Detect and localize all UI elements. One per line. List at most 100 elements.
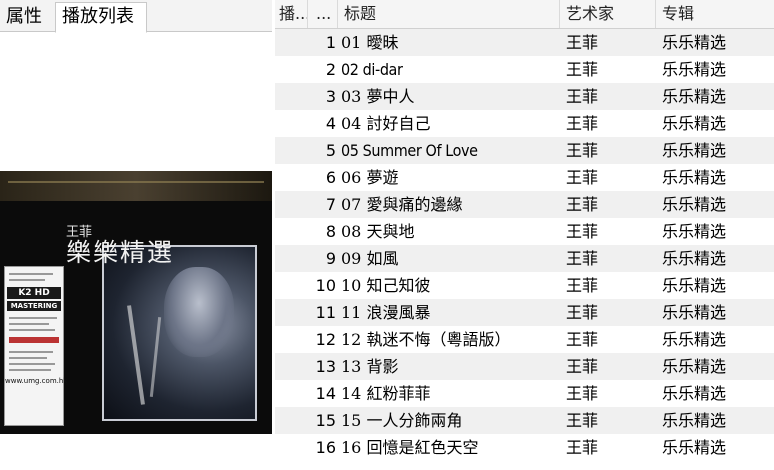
track-number-cell: 14 [315, 384, 336, 403]
table-row[interactable]: 16 16 回憶是紅色天空 王菲 乐乐精选 [275, 434, 774, 461]
mastering-label: MASTERING [7, 301, 61, 311]
artist-cell: 王菲 [566, 87, 599, 106]
title-cell: 07 愛與痛的邊緣 [341, 195, 463, 214]
cover-sticker: K2 HD MASTERING www.umg.com.hk [4, 266, 68, 426]
cover-photo [102, 245, 257, 421]
title-cell: 13 背影 [341, 357, 399, 376]
table-row[interactable]: 9 09 如風 王菲 乐乐精选 [275, 245, 774, 272]
track-number-cell: 5 [325, 141, 336, 160]
table-row[interactable]: 8 08 天與地 王菲 乐乐精选 [275, 218, 774, 245]
title-cell: 09 如風 [341, 249, 399, 268]
table-row[interactable]: 4 04 討好自己 王菲 乐乐精选 [275, 110, 774, 137]
tab-playlist[interactable]: 播放列表 [55, 2, 147, 33]
table-row[interactable]: 7 07 愛與痛的邊緣 王菲 乐乐精选 [275, 191, 774, 218]
track-number-cell: 10 [315, 276, 336, 295]
artist-cell: 王菲 [566, 303, 599, 322]
track-number-cell: 4 [325, 114, 336, 133]
column-header-index[interactable]: ... [308, 0, 338, 28]
cover-top-band [0, 171, 272, 201]
album-cell: 乐乐精选 [662, 33, 727, 52]
track-number-cell: 12 [315, 330, 336, 349]
track-number-cell: 3 [325, 87, 336, 106]
artist-cell: 王菲 [566, 357, 599, 376]
table-header: 播... ... 标题 艺术家 专辑 [275, 0, 774, 29]
title-cell: 04 討好自己 [341, 114, 431, 133]
artist-cell: 王菲 [566, 195, 599, 214]
track-number-cell: 16 [315, 438, 336, 457]
table-row[interactable]: 15 15 一人分飾兩角 王菲 乐乐精选 [275, 407, 774, 434]
title-cell: 12 執迷不悔（粵語版） [341, 330, 511, 349]
artist-cell: 王菲 [566, 411, 599, 430]
table-row[interactable]: 13 13 背影 王菲 乐乐精选 [275, 353, 774, 380]
title-cell: 01 曖昧 [341, 33, 399, 52]
artist-cell: 王菲 [566, 276, 599, 295]
title-cell: 02 di-dar [341, 60, 403, 79]
album-cell: 乐乐精选 [662, 249, 727, 268]
album-cell: 乐乐精选 [662, 222, 727, 241]
track-number-cell: 15 [315, 411, 336, 430]
album-cell: 乐乐精选 [662, 141, 727, 160]
table-row[interactable]: 5 05 Summer Of Love 王菲 乐乐精选 [275, 137, 774, 164]
album-cell: 乐乐精选 [662, 276, 727, 295]
artist-cell: 王菲 [566, 114, 599, 133]
k2hd-label: K2 HD [7, 287, 61, 299]
column-header-title[interactable]: 标题 [338, 0, 560, 28]
album-cell: 乐乐精选 [662, 168, 727, 187]
cover-url-text: www.umg.com.hk [5, 377, 68, 385]
title-cell: 08 天與地 [341, 222, 415, 241]
album-cell: 乐乐精选 [662, 357, 727, 376]
track-number-cell: 6 [325, 168, 336, 187]
artist-cell: 王菲 [566, 330, 599, 349]
cover-title-text: 樂樂精選 [66, 238, 175, 267]
album-cell: 乐乐精选 [662, 303, 727, 322]
table-row[interactable]: 2 02 di-dar 王菲 乐乐精选 [275, 56, 774, 83]
artist-cell: 王菲 [566, 60, 599, 79]
artist-cell: 王菲 [566, 384, 599, 403]
track-number-cell: 1 [325, 33, 336, 52]
track-number-cell: 7 [325, 195, 336, 214]
album-cell: 乐乐精选 [662, 438, 727, 457]
title-cell: 10 知己知彼 [341, 276, 431, 295]
album-cell: 乐乐精选 [662, 114, 727, 133]
album-cell: 乐乐精选 [662, 411, 727, 430]
table-row[interactable]: 10 10 知己知彼 王菲 乐乐精选 [275, 272, 774, 299]
album-cell: 乐乐精选 [662, 87, 727, 106]
title-cell: 05 Summer Of Love [341, 141, 478, 160]
table-row[interactable]: 12 12 執迷不悔（粵語版） 王菲 乐乐精选 [275, 326, 774, 353]
title-cell: 16 回憶是紅色天空 [341, 438, 479, 457]
column-header-album[interactable]: 专辑 [656, 0, 774, 28]
track-number-cell: 11 [315, 303, 336, 322]
sticker-red-band [9, 337, 59, 343]
track-number-cell: 13 [315, 357, 336, 376]
column-header-artist[interactable]: 艺术家 [560, 0, 656, 28]
artist-cell: 王菲 [566, 222, 599, 241]
table-row[interactable]: 14 14 紅粉菲菲 王菲 乐乐精选 [275, 380, 774, 407]
artist-cell: 王菲 [566, 249, 599, 268]
title-cell: 14 紅粉菲菲 [341, 384, 431, 403]
table-row[interactable]: 3 03 夢中人 王菲 乐乐精选 [275, 83, 774, 110]
table-row[interactable]: 6 06 夢遊 王菲 乐乐精选 [275, 164, 774, 191]
left-panel: 属性 播放列表 王菲 樂樂精選 K2 HD MASTERING www.umg.… [0, 0, 272, 470]
playlist-table: 播... ... 标题 艺术家 专辑 1 01 曖昧 王菲 乐乐精选 2 02 di-da… [275, 0, 774, 470]
track-number-cell: 2 [325, 60, 336, 79]
title-cell: 11 浪漫風暴 [341, 303, 431, 322]
column-header-track-number[interactable]: 播... [275, 0, 308, 28]
album-cell: 乐乐精选 [662, 60, 727, 79]
album-cover-image: 王菲 樂樂精選 K2 HD MASTERING www.umg.com.hk [0, 171, 272, 434]
title-cell: 06 夢遊 [341, 168, 399, 187]
title-cell: 03 夢中人 [341, 87, 415, 106]
table-row[interactable]: 11 11 浪漫風暴 王菲 乐乐精选 [275, 299, 774, 326]
artist-cell: 王菲 [566, 141, 599, 160]
track-number-cell: 8 [325, 222, 336, 241]
album-cell: 乐乐精选 [662, 384, 727, 403]
album-cell: 乐乐精选 [662, 330, 727, 349]
track-number-cell: 9 [325, 249, 336, 268]
table-row[interactable]: 1 01 曖昧 王菲 乐乐精选 [275, 29, 774, 56]
table-body: 1 01 曖昧 王菲 乐乐精选 2 02 di-dar 王菲 乐乐精选 3 03 夢中人 王菲 乐乐精… [275, 29, 774, 461]
artist-cell: 王菲 [566, 33, 599, 52]
tab-properties[interactable]: 属性 [0, 3, 55, 32]
artist-cell: 王菲 [566, 438, 599, 457]
album-cell: 乐乐精选 [662, 195, 727, 214]
tab-bar: 属性 播放列表 [0, 0, 272, 33]
artist-cell: 王菲 [566, 168, 599, 187]
